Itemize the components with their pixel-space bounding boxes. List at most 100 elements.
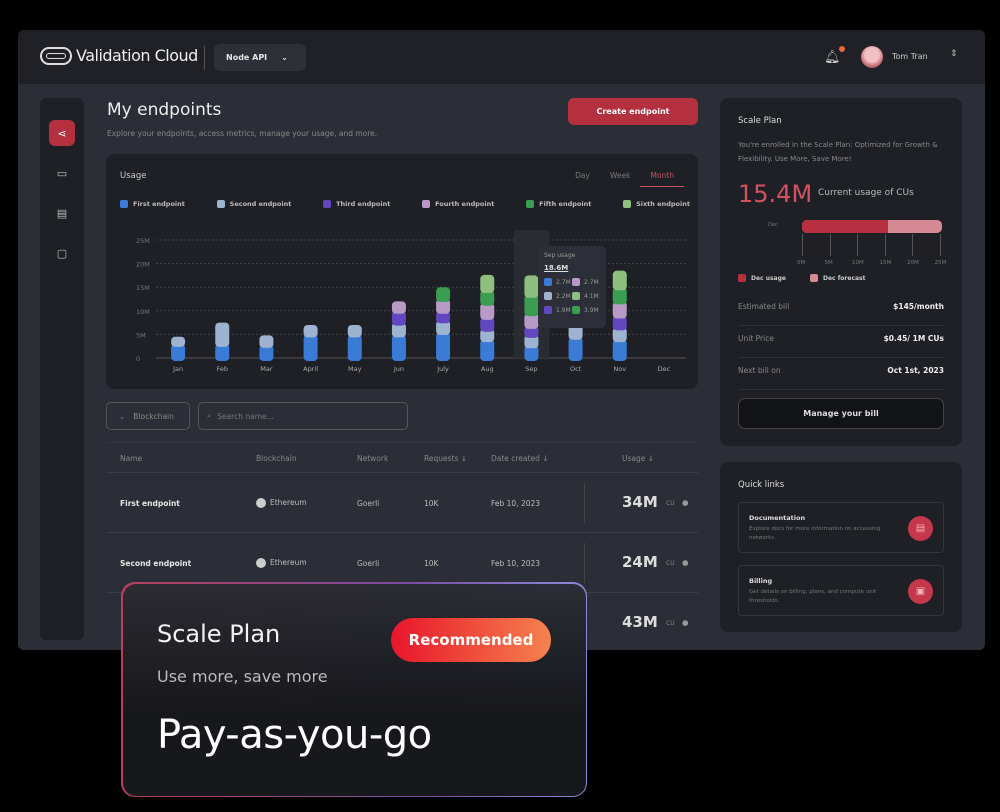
table-row[interactable]: First endpoint Ethereum Goerli 10K Feb 10, 2… (106, 472, 698, 532)
logo[interactable]: Validation Cloud (40, 46, 198, 65)
blockchain-filter-label: Blockchain (133, 411, 174, 421)
bar-segment[interactable] (480, 339, 495, 361)
usage-forecast-bar (802, 220, 942, 233)
legend-usage: Dec usage (738, 274, 786, 282)
bar-segment[interactable] (303, 324, 318, 338)
quick-link-documentation[interactable]: Documentation Explore docs for more info… (738, 502, 944, 553)
bar-segment[interactable] (436, 287, 451, 302)
detail-value: $0.45/ 1M CUs (883, 334, 944, 343)
info-icon[interactable]: ● (682, 498, 689, 507)
usage-bar-fill (802, 220, 889, 233)
search-input[interactable]: ⌕ Search name... (198, 402, 408, 430)
detail-value: $145/month (893, 302, 944, 311)
y-tick-label: 0 (136, 355, 140, 363)
quick-link-billing[interactable]: Billing Get details on billing, plans, a… (738, 565, 944, 616)
x-tick-label: May (348, 365, 362, 373)
y-tick-label: 5M (136, 331, 146, 339)
bill-detail-row: Next bill on Oct 1st, 2023 (738, 358, 944, 390)
col-blockchain[interactable]: Blockchain (256, 454, 297, 463)
col-name[interactable]: Name (120, 454, 142, 463)
account-switch-icon[interactable]: ⇕ (950, 49, 958, 59)
bar-segment[interactable] (347, 334, 362, 361)
create-endpoint-button[interactable]: Create endpoint (568, 98, 698, 125)
x-tick-label: April (303, 365, 318, 373)
x-tick-label: Nov (613, 365, 626, 373)
sidebar-item-endpoints[interactable]: ⋖ (49, 120, 75, 146)
tooltip-item: 3.9M (572, 306, 600, 314)
x-tick-label: Sep (525, 365, 537, 373)
requests-value: 10K (424, 499, 439, 508)
notifications-button[interactable]: 🔔︎ (824, 46, 845, 65)
manage-bill-button[interactable]: Manage your bill (738, 398, 944, 429)
axis-tick (802, 234, 803, 256)
tooltip-item: 4.1M (572, 292, 600, 300)
detail-label: Next bill on (738, 366, 781, 375)
detail-label: Estimated bill (738, 302, 790, 311)
x-tick-label: Oct (570, 365, 582, 373)
col-network[interactable]: Network (357, 454, 388, 463)
axis-tick-label: 15M (879, 260, 892, 266)
promo-title: Scale Plan (157, 620, 281, 648)
ethereum-icon (256, 558, 266, 568)
user-name[interactable]: Tom Tran (892, 52, 928, 61)
quick-link-title: Billing (749, 577, 773, 585)
col-date[interactable]: Date created ↓ (491, 454, 549, 463)
col-requests[interactable]: Requests ↓ (424, 454, 467, 463)
blockchain-cell: Ethereum (256, 498, 307, 508)
y-tick-label: 15M (136, 284, 150, 292)
usage-value: 43M (622, 613, 658, 631)
endpoint-name[interactable]: First endpoint (120, 499, 180, 508)
endpoint-name[interactable]: Second endpoint (120, 559, 191, 568)
bar-segment[interactable] (568, 336, 583, 361)
bar-segment[interactable] (524, 275, 539, 298)
usage-value: 34M (622, 493, 658, 511)
product-select[interactable]: Node API ⌄ (214, 44, 306, 71)
plan-title: Scale Plan (738, 116, 782, 126)
sidebar: ⋖ ▭ ▤ ▢ (40, 98, 84, 640)
bar-segment[interactable] (391, 334, 406, 361)
bell-icon: 🔔︎ (824, 50, 841, 65)
sidebar-item-billing[interactable]: ▭ (49, 160, 75, 186)
bar-segment[interactable] (171, 336, 186, 347)
bar-segment[interactable] (480, 274, 495, 294)
billing-icon: ▣ (908, 579, 933, 604)
tooltip-value: 3.9M (584, 306, 599, 314)
sidebar-item-support[interactable]: ▢ (49, 240, 75, 266)
info-icon[interactable]: ● (682, 558, 689, 567)
sidebar-item-docs[interactable]: ▤ (49, 200, 75, 226)
network-value: Goerli (357, 559, 380, 568)
col-usage[interactable]: Usage ↓ (622, 454, 654, 463)
app-window: Validation Cloud Node API ⌄ 🔔︎ Tom Tran ⇕… (18, 30, 985, 650)
x-tick-label: Jan (172, 365, 183, 373)
date-value: Feb 10, 2023 (491, 559, 541, 568)
usage-unit: CU (666, 500, 675, 507)
usage-chart-card: Usage Day Week Month First endpoint Secon… (106, 154, 698, 389)
bar-segment[interactable] (524, 294, 539, 317)
logo-mark-icon (40, 46, 72, 65)
page-title: My endpoints (107, 100, 222, 120)
x-tick-label: Dec (658, 365, 671, 373)
info-icon[interactable]: ● (682, 618, 689, 627)
promo-pricing: Pay-as-you-go (157, 712, 432, 758)
bar-segment[interactable] (436, 332, 451, 361)
bar-segment[interactable] (612, 270, 627, 291)
product-select-value: Node API (226, 53, 268, 62)
current-usage-label: Current usage of CUs (818, 188, 914, 198)
axis-tick-label: 5M (824, 260, 833, 266)
axis-tick-label: 20M (907, 260, 919, 266)
bar-segment[interactable] (215, 322, 230, 347)
bar-segment[interactable] (612, 339, 627, 361)
x-tick-label: July (436, 365, 449, 373)
usage-unit: CU (666, 560, 675, 567)
card-icon: ▭ (56, 166, 68, 180)
detail-value: Oct 1st, 2023 (887, 366, 944, 375)
blockchain-filter[interactable]: ⌄ Blockchain (106, 402, 190, 430)
tooltip-value: 2.2M (556, 292, 571, 300)
bar-segment[interactable] (303, 334, 318, 361)
scale-plan-promo-card: Scale Plan Recommended Use more, save mo… (121, 582, 587, 797)
bar-segment[interactable] (259, 335, 274, 348)
bar-segment[interactable] (391, 301, 406, 314)
avatar[interactable] (861, 46, 883, 68)
bar-segment[interactable] (347, 324, 362, 338)
axis-tick-label: 10M (852, 260, 864, 266)
